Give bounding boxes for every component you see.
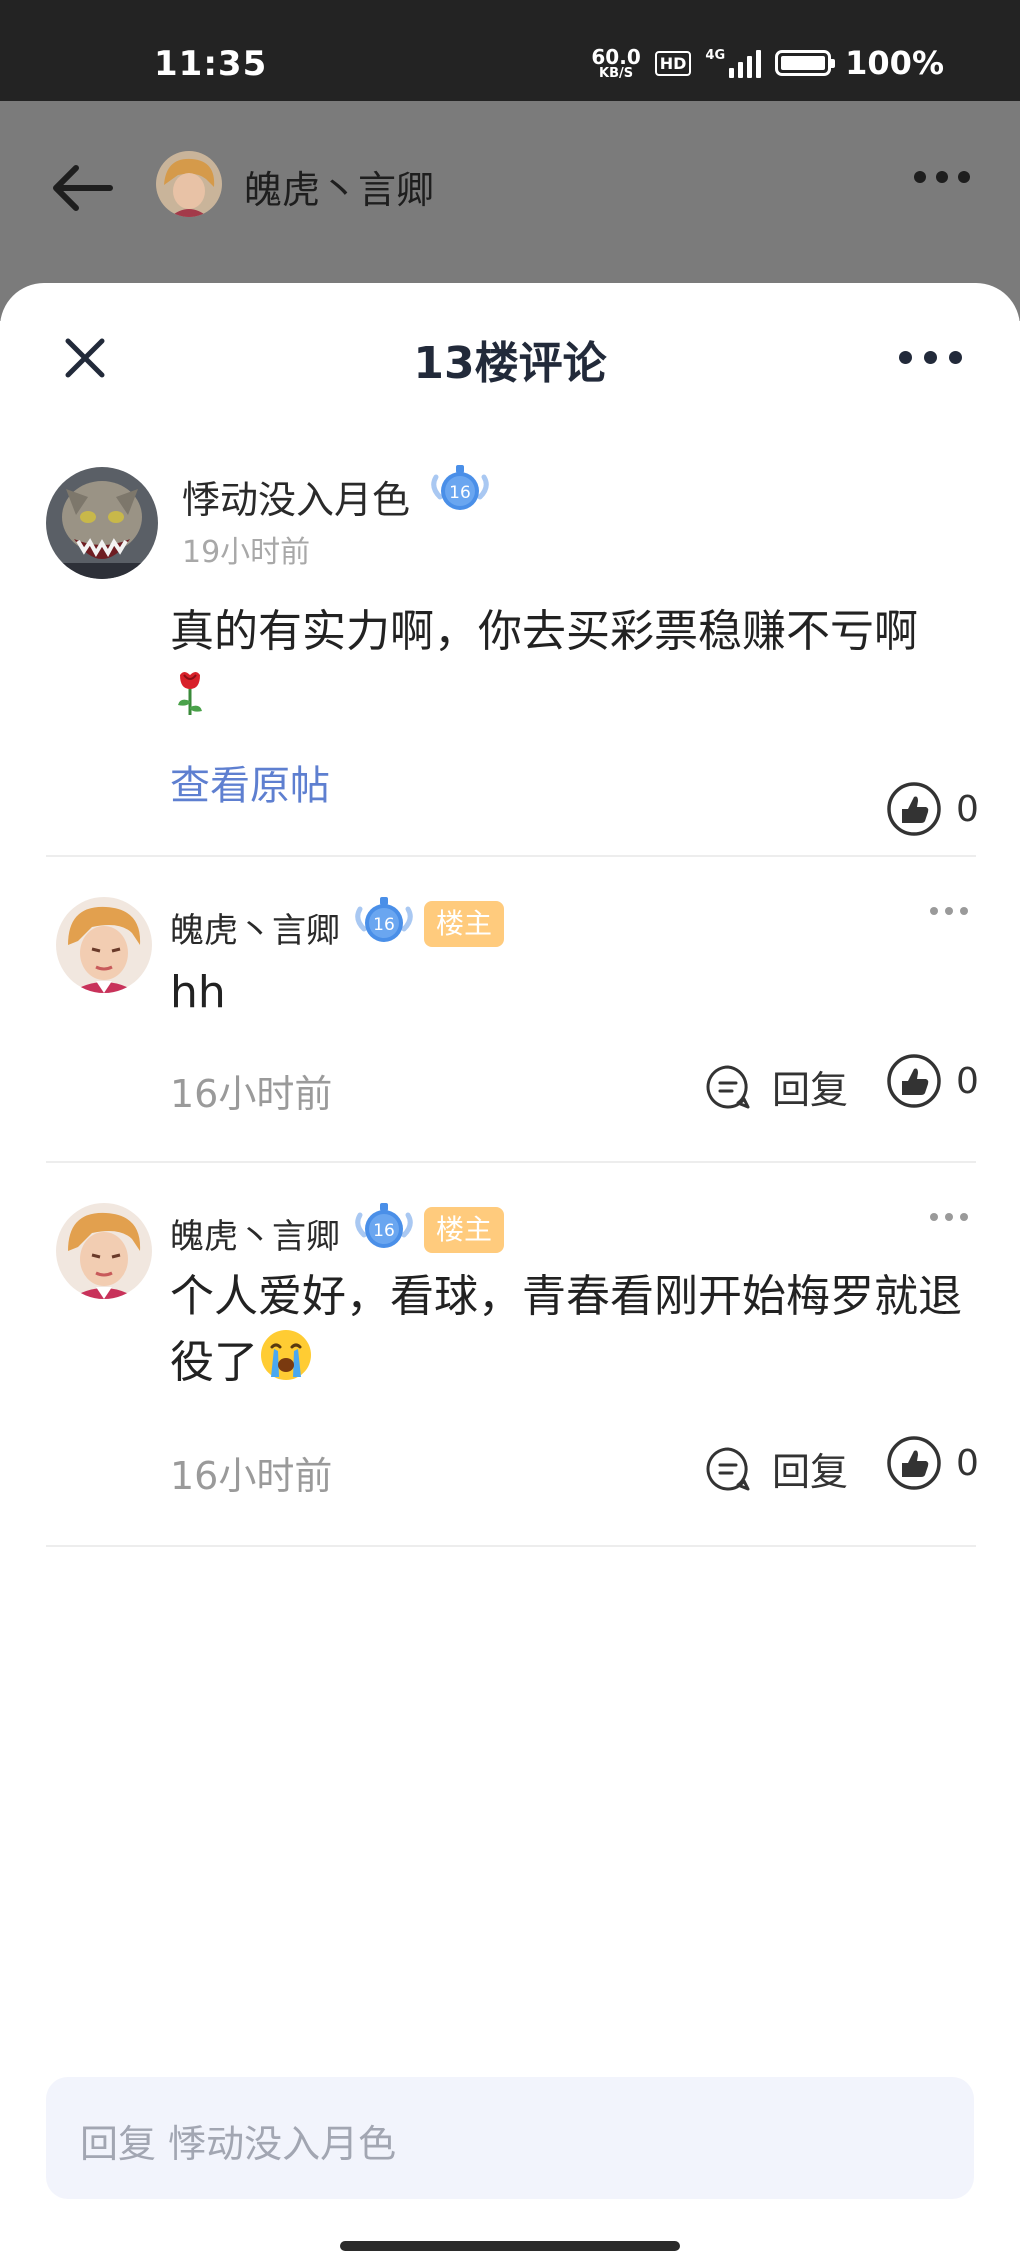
reply-like-button[interactable]: 0 (886, 1053, 979, 1109)
main-like-button[interactable]: 0 (886, 781, 979, 837)
view-original-post-link[interactable]: 查看原帖 (170, 753, 330, 811)
comment-sheet: 13楼评论 悸动没入月色 16 19小时前 真的有实力啊，你去买彩票稳赚不亏啊 (0, 283, 1020, 2267)
reply-text: hh (170, 967, 226, 1018)
battery-icon (775, 50, 836, 76)
header-avatar[interactable] (156, 151, 222, 217)
status-bar: 11:35 60.0 KB/S HD 4G 100% (0, 0, 1020, 101)
crying-face-icon (261, 1330, 311, 1380)
reply-time: 16小时前 (170, 1072, 333, 1116)
reply-like-count: 0 (956, 1060, 979, 1102)
reply-input-placeholder: 回复 悸动没入月色 (80, 2122, 397, 2166)
rose-icon (178, 672, 202, 715)
status-icons: 60.0 KB/S HD 4G 100% (591, 44, 944, 82)
net-speed-value: 60.0 (591, 44, 641, 69)
reply-label: 回复 (772, 1450, 849, 1494)
more-icon[interactable] (914, 171, 970, 183)
hd-icon: HD (654, 50, 692, 76)
main-comment-user-name[interactable]: 悸动没入月色 (182, 469, 410, 524)
reply-user-name[interactable]: 魄虎丶言卿 (170, 903, 340, 952)
back-arrow-icon[interactable] (48, 153, 118, 223)
svg-text:16: 16 (373, 1221, 395, 1241)
net-speed-unit: KB/S (599, 65, 634, 81)
network-type: 4G (705, 48, 726, 63)
owner-badge: 楼主 (424, 901, 505, 947)
level-badge-icon: 16 (431, 465, 489, 510)
main-comment-avatar[interactable] (46, 467, 158, 579)
level-badge-icon: 16 (355, 897, 413, 942)
reply-time: 16小时前 (170, 1454, 333, 1498)
reply-label: 回复 (772, 1068, 849, 1112)
comment-bubble-icon (706, 1065, 750, 1108)
svg-text:16: 16 (373, 915, 395, 935)
divider (46, 855, 976, 857)
owner-badge: 楼主 (424, 1207, 505, 1253)
comment-bubble-icon (706, 1447, 750, 1490)
reply-more-icon[interactable] (930, 907, 968, 915)
header-user-name: 魄虎丶言卿 (244, 168, 435, 212)
level-badge-icon: 16 (355, 1203, 413, 1248)
thumbs-up-icon (887, 782, 941, 836)
reply-button[interactable]: 回复 (704, 1441, 848, 1496)
divider (46, 1161, 976, 1163)
battery-percent: 100% (845, 44, 944, 82)
main-comment-text: 真的有实力啊，你去买彩票稳赚不亏啊 (170, 603, 970, 717)
main-like-count: 0 (956, 788, 979, 830)
reply-avatar[interactable] (56, 897, 152, 993)
reply-like-button[interactable]: 0 (886, 1435, 979, 1491)
thumbs-up-icon (887, 1054, 941, 1108)
reply-user-name[interactable]: 魄虎丶言卿 (170, 1209, 340, 1258)
divider (46, 1545, 976, 1547)
sheet-more-icon[interactable] (899, 351, 962, 364)
sheet-title: 13楼评论 (413, 338, 607, 389)
signal-icon: 4G (705, 48, 762, 78)
reply-like-count: 0 (956, 1442, 979, 1484)
reply-button[interactable]: 回复 (704, 1059, 848, 1114)
net-speed: 60.0 KB/S (591, 47, 640, 80)
main-comment-time: 19小时前 (182, 535, 311, 570)
svg-text:16: 16 (449, 483, 471, 503)
reply-text: 个人爱好，看球，青春看刚开始梅罗就退役了 (170, 1267, 970, 1393)
main-comment-body: 真的有实力啊，你去买彩票稳赚不亏啊 (170, 606, 918, 657)
thumbs-up-icon (887, 1436, 941, 1490)
status-time: 11:35 (154, 44, 268, 84)
home-indicator[interactable] (340, 2241, 680, 2251)
reply-more-icon[interactable] (930, 1213, 968, 1221)
reply-input[interactable]: 回复 悸动没入月色 (46, 2077, 974, 2199)
reply-avatar[interactable] (56, 1203, 152, 1299)
